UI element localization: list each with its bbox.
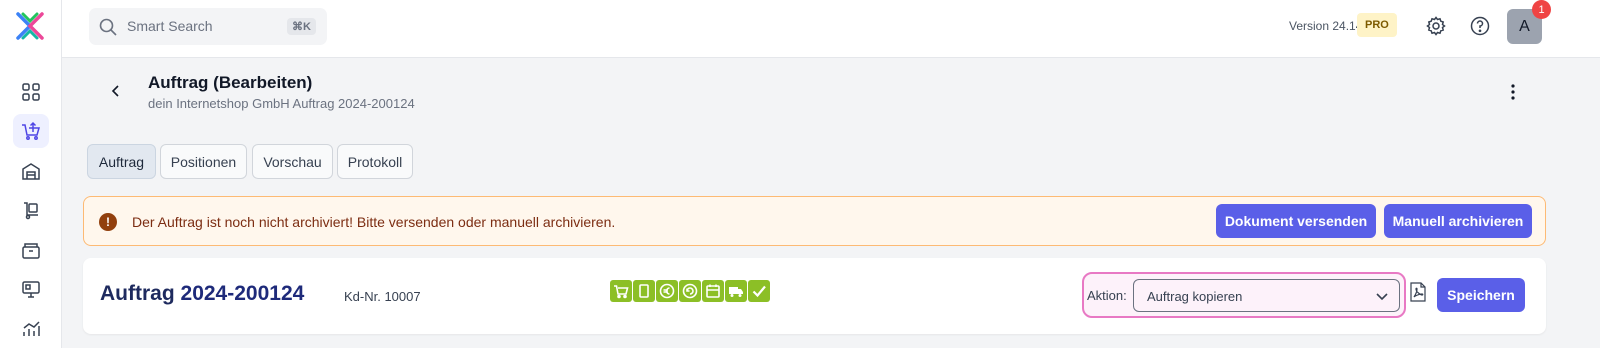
manual-archive-button[interactable]: Manuell archivieren	[1384, 204, 1532, 238]
return-icon	[679, 280, 701, 302]
order-title-prefix: Auftrag	[100, 282, 175, 305]
action-selector: Aktion: Auftrag kopieren	[1082, 272, 1406, 318]
warehouse-icon	[22, 163, 40, 180]
archive-box-icon	[22, 243, 40, 259]
gear-icon	[1426, 16, 1446, 36]
warning-icon: !	[99, 213, 117, 231]
sidebar-item-archive[interactable]	[13, 233, 49, 267]
action-label: Aktion:	[1087, 288, 1127, 303]
notification-badge: 1	[1532, 0, 1551, 19]
trolley-icon	[24, 202, 38, 220]
chevron-left-icon	[111, 85, 119, 97]
sidebar-item-shipping[interactable]	[13, 193, 49, 227]
send-document-button[interactable]: Dokument versenden	[1216, 204, 1376, 238]
order-number: 2024-200124	[180, 282, 305, 305]
action-selected-value: Auftrag kopieren	[1147, 289, 1243, 304]
plan-badge: PRO	[1357, 13, 1397, 37]
search-shortcut-badge: ⌘K	[287, 18, 316, 35]
tab-auftrag[interactable]: Auftrag	[87, 144, 156, 179]
check-icon	[748, 280, 770, 302]
truck-icon	[725, 280, 747, 302]
cart-upload-icon	[22, 121, 40, 140]
dashboard-grid-icon	[22, 83, 40, 101]
tab-positionen[interactable]: Positionen	[160, 144, 247, 179]
action-select[interactable]: Auftrag kopieren	[1133, 279, 1400, 312]
customer-number: Kd-Nr. 10007	[344, 289, 421, 304]
euro-icon	[656, 280, 678, 302]
alert-message: Der Auftrag ist noch nicht archiviert! B…	[132, 214, 616, 230]
pos-terminal-icon	[22, 281, 40, 298]
page-subtitle: dein Internetshop GmbH Auftrag 2024-2001…	[148, 96, 415, 111]
cart-icon	[610, 280, 632, 302]
analytics-chart-icon	[23, 321, 40, 336]
top-header: ⌘K Version 24.14.6 PRO A 1	[62, 0, 1600, 58]
help-circle-icon	[1470, 16, 1490, 36]
search-input[interactable]	[127, 18, 277, 34]
settings-button[interactable]	[1424, 14, 1448, 38]
tab-protokoll[interactable]: Protokoll	[337, 144, 413, 179]
order-card: Auftrag 2024-200124 Kd-Nr. 10007 Aktion:…	[83, 258, 1546, 334]
app-logo-icon[interactable]	[14, 10, 46, 42]
search-icon	[99, 18, 117, 36]
help-button[interactable]	[1468, 14, 1492, 38]
page-title: Auftrag (Bearbeiten)	[148, 73, 313, 92]
chevron-down-icon	[1376, 293, 1388, 301]
sidebar	[0, 0, 62, 348]
more-options-button[interactable]	[1503, 82, 1523, 102]
sidebar-item-dashboard[interactable]	[13, 75, 49, 109]
order-title: Auftrag 2024-200124	[100, 282, 304, 306]
calendar-icon	[702, 280, 724, 302]
back-button[interactable]	[107, 82, 125, 100]
sidebar-item-analytics[interactable]	[13, 312, 49, 346]
save-button[interactable]: Speichern	[1437, 278, 1525, 312]
sidebar-item-pos[interactable]	[13, 272, 49, 306]
archive-warning-alert: ! Der Auftrag ist noch nicht archiviert!…	[83, 196, 1546, 246]
sidebar-item-warehouse[interactable]	[13, 154, 49, 188]
sidebar-item-orders[interactable]	[13, 114, 49, 148]
order-status-icons	[610, 280, 770, 302]
pdf-file-icon[interactable]	[1410, 282, 1426, 302]
tab-vorschau[interactable]: Vorschau	[252, 144, 333, 179]
document-icon	[633, 280, 655, 302]
smart-search[interactable]: ⌘K	[89, 8, 327, 45]
kebab-menu-icon	[1511, 84, 1515, 100]
